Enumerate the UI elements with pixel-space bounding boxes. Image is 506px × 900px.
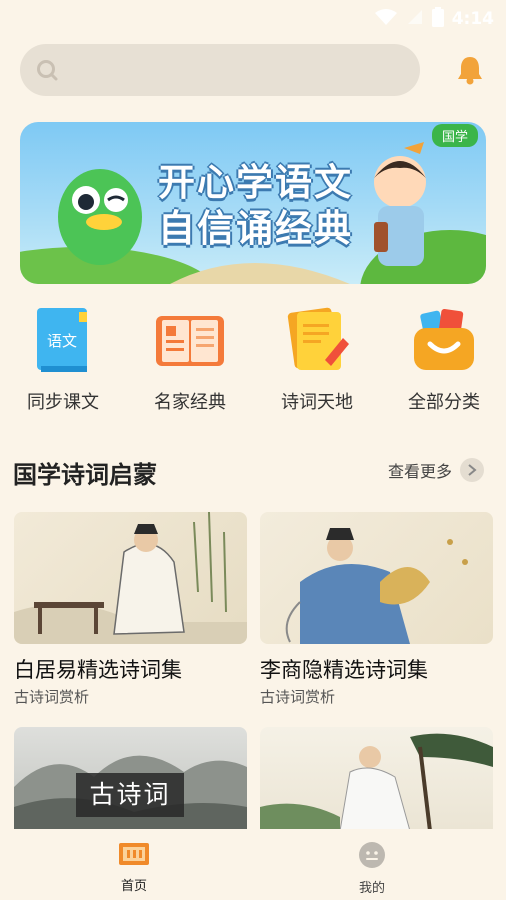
banner-title-line2: 自信诵经典 xyxy=(158,207,353,250)
open-book-icon xyxy=(154,304,226,376)
home-icon xyxy=(119,843,149,865)
status-icons: 4:14 xyxy=(374,7,494,31)
category-label: 同步课文 xyxy=(27,392,99,413)
poet-painting-image xyxy=(260,733,493,832)
poet-painting-image xyxy=(14,512,247,644)
search-row xyxy=(20,44,486,96)
nav-profile-label: 我的 xyxy=(358,881,385,896)
card-bai-juyi[interactable]: 白居易精选诗词集 古诗词赏析 xyxy=(14,512,247,707)
battery-icon xyxy=(431,7,444,31)
promo-banner[interactable]: 国学 开心学语文 自信诵经典 xyxy=(20,122,486,284)
textbook-icon-text: 语文 xyxy=(47,332,77,350)
profile-icon xyxy=(359,842,385,868)
card-subtitle: 古诗词赏析 xyxy=(14,688,90,706)
category-sync-textbook[interactable]: 语文 同步课文 xyxy=(0,304,126,414)
card-overlay-label: 古诗词 xyxy=(76,773,184,817)
card-title: 白居易精选诗词集 xyxy=(14,658,182,682)
card-subtitle: 古诗词赏析 xyxy=(260,688,336,706)
category-grid: 语文 同步课文 名家经典 诗词天地 全部分类 xyxy=(0,304,506,414)
nav-home-label: 首页 xyxy=(120,879,147,894)
category-classics[interactable]: 名家经典 xyxy=(127,304,253,414)
card-thumbnail xyxy=(260,512,493,644)
category-all[interactable]: 全部分类 xyxy=(381,304,506,414)
poet-painting-image xyxy=(285,528,468,644)
chevron-right-icon xyxy=(460,458,484,482)
card-thumbnail xyxy=(14,512,247,644)
category-label: 诗词天地 xyxy=(281,392,353,413)
signal-icon xyxy=(406,8,424,30)
banner-title: 开心学语文 自信诵经典 xyxy=(158,160,353,252)
category-poetry[interactable]: 诗词天地 xyxy=(254,304,380,414)
notes-icon xyxy=(281,304,353,376)
bottom-nav: 首页 我的 xyxy=(0,829,506,900)
status-bar: 4:14 xyxy=(0,0,506,34)
status-time: 4:14 xyxy=(451,9,494,29)
banner-title-line1: 开心学语文 xyxy=(158,161,353,204)
search-input[interactable] xyxy=(20,44,420,96)
wifi-icon xyxy=(374,8,398,30)
category-label: 全部分类 xyxy=(408,392,480,413)
see-more-button[interactable]: 查看更多 xyxy=(388,458,484,482)
card-title: 李商隐精选诗词集 xyxy=(260,658,428,682)
nav-profile[interactable]: 我的 xyxy=(322,841,422,896)
search-icon xyxy=(36,59,60,87)
bell-icon[interactable] xyxy=(454,54,486,86)
basket-icon xyxy=(408,304,480,376)
card-li-shangyin[interactable]: 李商隐精选诗词集 古诗词赏析 xyxy=(260,512,493,707)
section-title: 国学诗词启蒙 xyxy=(13,461,157,489)
category-label: 名家经典 xyxy=(154,392,226,413)
see-more-label: 查看更多 xyxy=(387,462,452,481)
textbook-icon: 语文 xyxy=(27,304,99,376)
banner-tag: 国学 xyxy=(431,124,478,147)
nav-home[interactable]: 首页 xyxy=(84,841,184,894)
